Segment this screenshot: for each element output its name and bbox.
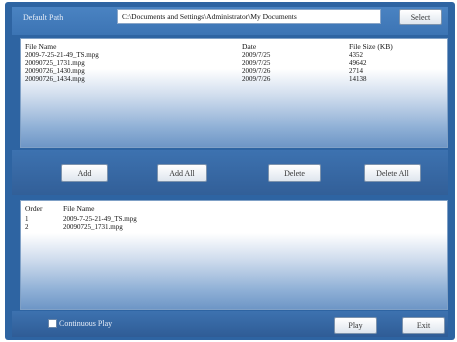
file-size-cell: 14138: [349, 75, 367, 83]
column-header-order[interactable]: Order: [25, 204, 43, 213]
select-button[interactable]: Select: [399, 9, 442, 25]
default-path-label: Default Path: [23, 13, 64, 22]
continuous-play-label: Continuous Play: [59, 319, 113, 328]
file-date-cell: 2009/7/26: [242, 67, 271, 75]
file-size-cell: 49642: [349, 59, 367, 67]
play-button[interactable]: Play: [334, 317, 377, 334]
exit-button[interactable]: Exit: [402, 317, 445, 334]
file-name-cell: 20090726_1430.mpg: [25, 67, 85, 75]
add-all-button[interactable]: Add All: [157, 164, 207, 182]
file-name-cell: 2009-7-25-21-49_TS.mpg: [25, 51, 99, 59]
file-name-cell: 20090726_1434.mpg: [25, 75, 85, 83]
file-name-cell: 20090725_1731.mpg: [63, 223, 123, 231]
column-header-file-name[interactable]: File Name: [25, 42, 56, 51]
file-size-cell: 4352: [349, 51, 363, 59]
file-date-cell: 2009/7/25: [242, 59, 271, 67]
column-header-file-size[interactable]: File Size (KB): [349, 42, 393, 51]
column-header-file-name[interactable]: File Name: [63, 204, 94, 213]
column-header-date[interactable]: Date: [242, 42, 256, 51]
delete-button[interactable]: Delete: [268, 164, 321, 182]
file-list[interactable]: File Name Date File Size (KB) 2009-7-25-…: [20, 38, 448, 148]
delete-all-button[interactable]: Delete All: [364, 164, 421, 182]
file-name-cell: 20090725_1731.mpg: [25, 59, 85, 67]
order-cell: 1: [25, 215, 29, 223]
order-cell: 2: [25, 223, 29, 231]
playlist-gradient: [21, 233, 447, 309]
file-date-cell: 2009/7/25: [242, 51, 271, 59]
playlist[interactable]: Order File Name 1 2009-7-25-21-49_TS.mpg…: [20, 200, 448, 310]
file-date-cell: 2009/7/26: [242, 75, 271, 83]
continuous-play-checkbox[interactable]: [48, 319, 57, 328]
add-button[interactable]: Add: [61, 164, 108, 182]
file-size-cell: 2714: [349, 67, 363, 75]
path-input[interactable]: C:\Documents and Settings\Administrator\…: [117, 9, 381, 24]
file-name-cell: 2009-7-25-21-49_TS.mpg: [63, 215, 137, 223]
